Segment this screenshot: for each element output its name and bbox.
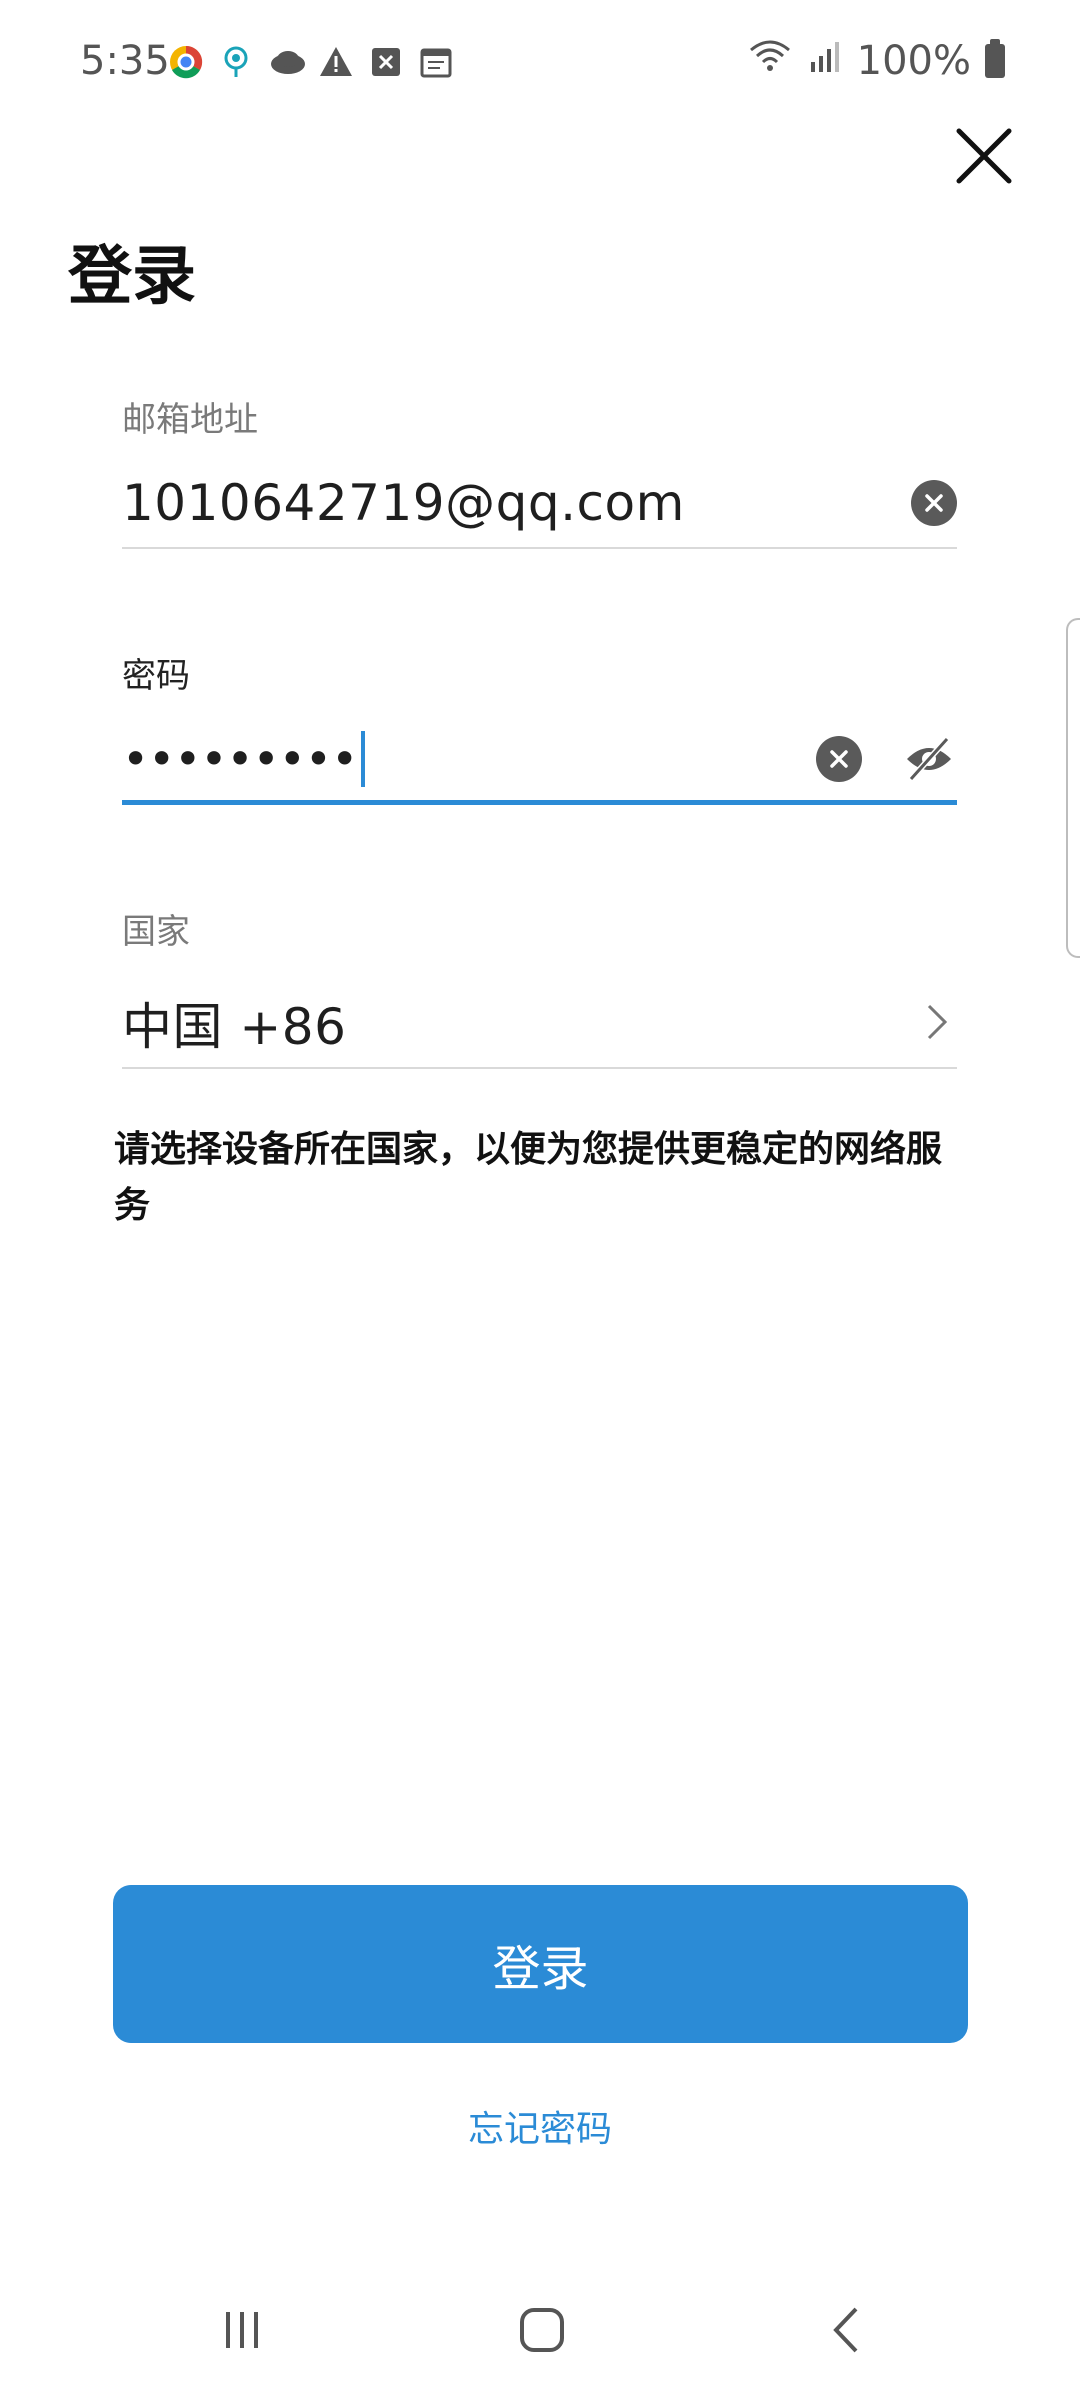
status-bar: 5:35 100%	[0, 0, 1080, 130]
edge-panel-handle[interactable]	[1066, 618, 1080, 958]
signal-icon	[807, 38, 843, 84]
eye-off-icon[interactable]	[901, 731, 957, 787]
country-underline	[122, 1067, 957, 1069]
close-button[interactable]	[948, 120, 1020, 192]
navigation-bar	[0, 2260, 1080, 2400]
status-time: 5:35	[80, 38, 170, 84]
back-button[interactable]	[806, 2290, 886, 2370]
warning-icon	[318, 44, 354, 80]
recent-apps-icon	[226, 2312, 258, 2348]
close-icon	[956, 128, 1012, 184]
chevron-right-icon	[917, 997, 957, 1047]
wifi-icon	[747, 38, 793, 84]
country-field-group: 国家 中国 +86	[122, 904, 957, 1069]
password-underline	[122, 800, 957, 805]
login-button[interactable]: 登录	[113, 1885, 968, 2043]
cloud-icon	[268, 44, 305, 80]
calendar-icon	[418, 44, 454, 80]
recent-apps-button[interactable]	[202, 2290, 282, 2370]
email-field[interactable]: 1010642719@qq.com	[122, 463, 957, 549]
battery-icon	[985, 39, 1005, 78]
back-icon	[833, 2307, 858, 2353]
close-square-icon	[368, 44, 404, 80]
country-value: 中国 +86	[122, 998, 347, 1056]
email-underline	[122, 547, 957, 549]
battery-percent: 100%	[856, 38, 971, 84]
notification-icons	[168, 44, 454, 80]
clear-password-icon[interactable]	[816, 736, 862, 782]
text-caret	[361, 731, 366, 787]
page-title: 登录	[68, 240, 196, 314]
country-hint: 请选择设备所在国家，以便为您提供更稳定的网络服务	[114, 1129, 943, 1226]
country-selector[interactable]: 中国 +86	[122, 983, 957, 1069]
password-value: •••••••••	[122, 732, 358, 786]
password-field[interactable]: •••••••••	[122, 719, 957, 805]
email-field-group: 邮箱地址 1010642719@qq.com	[122, 392, 957, 549]
country-label: 国家	[122, 912, 190, 952]
chrome-icon	[168, 44, 204, 80]
password-field-group: 密码 •••••••••	[122, 648, 957, 805]
location-icon	[218, 44, 254, 80]
login-screen: 5:35 100% 登录 邮箱地址 1010642719@qq.com 密码 •…	[0, 0, 1080, 2400]
forgot-password-link[interactable]: 忘记密码	[0, 2100, 1080, 2152]
clear-email-icon[interactable]	[911, 480, 957, 526]
home-button[interactable]	[502, 2290, 582, 2370]
status-right: 100%	[747, 38, 1005, 84]
password-label: 密码	[122, 656, 190, 696]
email-value: 1010642719@qq.com	[122, 474, 685, 532]
email-label: 邮箱地址	[122, 400, 258, 440]
home-icon	[520, 2308, 564, 2352]
